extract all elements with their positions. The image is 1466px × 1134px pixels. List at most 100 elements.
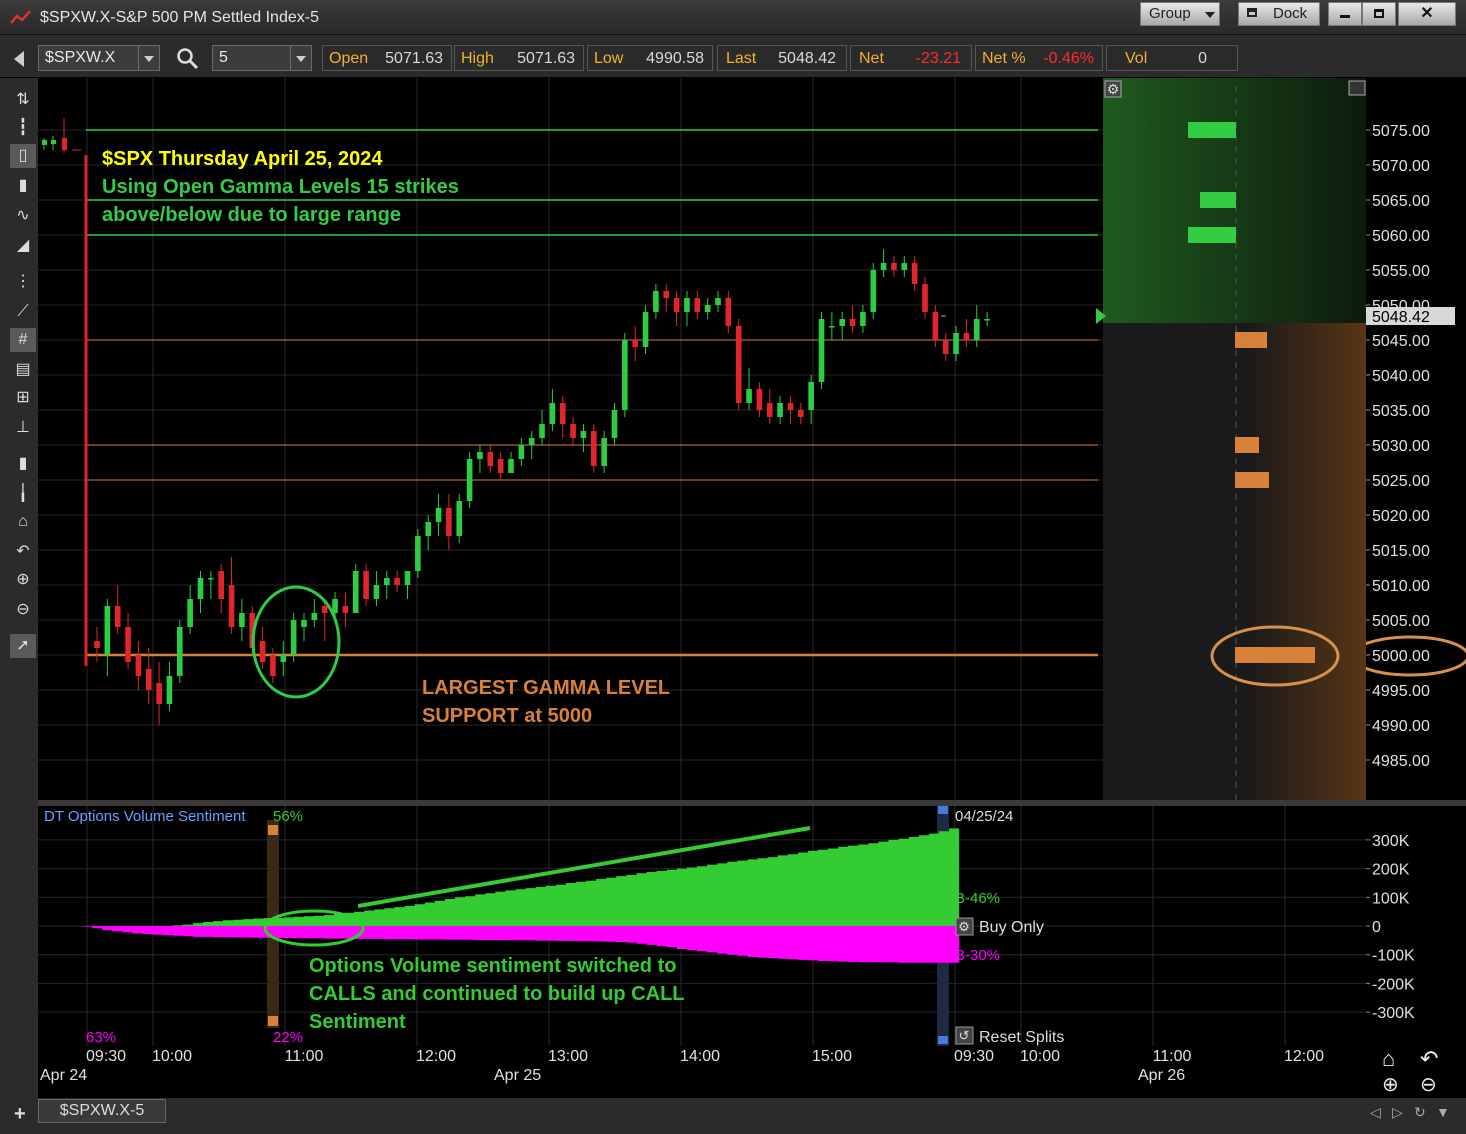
sentiment-tick-label: 300K xyxy=(1372,833,1410,850)
time-tick-label: 11:00 xyxy=(1153,1048,1192,1065)
chart-app-icon xyxy=(10,10,31,24)
price-axis[interactable]: 5075.00 5070.00 5065.00 5060.00 5055.00 5050.… xyxy=(1350,78,1466,800)
price-tick-label: 5030.00 xyxy=(1372,438,1430,455)
annotation-gamma-line2: above/below due to large range xyxy=(102,204,401,226)
low-label: Low xyxy=(594,50,624,67)
tab-scroll-right-icon[interactable]: ▷ xyxy=(1392,1104,1403,1121)
candle-body xyxy=(208,578,214,580)
time-axis[interactable]: 09:30 10:00 11:00 12:00 13:00 14:00 15:00 09:30… xyxy=(38,1046,1366,1098)
candle-body xyxy=(787,403,794,410)
candle-body xyxy=(373,585,380,599)
minimize-button[interactable] xyxy=(1328,2,1362,26)
apr24-candle xyxy=(51,140,56,144)
table-icon[interactable]: ▤ xyxy=(10,358,36,382)
title-bar: $SPXW.X-S&P 500 PM Settled Index-5 Group… xyxy=(0,0,1466,35)
zoom-in-icon[interactable]: ⊕ xyxy=(10,568,36,592)
gamma-call-bar xyxy=(1188,227,1236,243)
interval-input[interactable]: 5 xyxy=(212,45,312,71)
ohlc-icon[interactable]: ▮ xyxy=(10,174,36,198)
candle-body xyxy=(891,263,897,270)
candle-body xyxy=(839,319,845,326)
gamma-call-bar xyxy=(1188,122,1236,138)
symbol-input[interactable]: $SPXW.X xyxy=(38,45,160,71)
net-value: -23.21 xyxy=(915,50,961,67)
volume-icon[interactable]: ⋮ xyxy=(10,270,36,294)
chevron-down-icon[interactable] xyxy=(290,46,311,70)
candle-body xyxy=(798,410,804,417)
indicator-top-pct: 56% xyxy=(273,808,303,825)
candle-body xyxy=(611,410,618,438)
candle-body xyxy=(942,340,949,354)
apr24-candles xyxy=(42,118,81,153)
grid-icon[interactable]: # xyxy=(10,328,36,352)
back-arrow-icon[interactable] xyxy=(14,51,24,67)
candle-body xyxy=(197,578,204,599)
close-button[interactable]: ✕ xyxy=(1398,2,1456,26)
candle-body xyxy=(218,571,224,599)
bar-chart-icon[interactable]: ┇ xyxy=(10,116,36,140)
candle-body xyxy=(684,298,690,312)
candle-body xyxy=(591,431,597,466)
quote-last: Last 5048.42 xyxy=(717,45,847,71)
sentiment-tick-label: 100K xyxy=(1372,890,1410,907)
dock-button[interactable]: Dock xyxy=(1238,2,1320,26)
candle-body xyxy=(808,382,814,410)
chart-undo-icon[interactable]: ↶ xyxy=(1420,1046,1438,1072)
chart-zoom-in-icon[interactable]: ⊕ xyxy=(1382,1072,1399,1097)
candle-body xyxy=(114,606,121,627)
sentiment-pane[interactable]: DT Options Volume Sentiment 56% 63% 22% … xyxy=(38,806,1366,1046)
candle-body xyxy=(570,424,576,438)
area-chart-icon[interactable]: ◢ xyxy=(10,234,36,258)
quote-net-pct: Net % -0.46% xyxy=(975,45,1103,71)
candles xyxy=(94,249,990,725)
bar-up-icon[interactable]: ▮ xyxy=(10,452,36,476)
trendline-icon[interactable]: ⟋ xyxy=(10,300,36,324)
chart-zoom-out-icon[interactable]: ⊖ xyxy=(1420,1072,1437,1097)
tab-scroll-left-icon[interactable]: ◁ xyxy=(1370,1104,1381,1121)
candle-body xyxy=(601,438,607,466)
price-tick-label: 5015.00 xyxy=(1372,543,1430,560)
pointer-icon[interactable]: ➚ xyxy=(10,634,36,658)
candle-body xyxy=(456,501,463,536)
home-icon[interactable]: ⌂ xyxy=(10,510,36,534)
price-chart[interactable]: ⚙ $SPX Thursday April 25, 2024 Using Ope… xyxy=(38,78,1366,800)
annotation-support-line2: SUPPORT at 5000 xyxy=(422,705,592,727)
refresh-icon[interactable]: ↻ xyxy=(1414,1104,1426,1121)
tab-menu-icon[interactable]: ▼ xyxy=(1436,1104,1450,1120)
chevron-down-icon[interactable] xyxy=(138,46,159,70)
pitchfork-icon[interactable]: ⊥ xyxy=(10,416,36,440)
split-marker-bottom xyxy=(268,1016,278,1026)
grid-small-icon[interactable]: ⊞ xyxy=(10,386,36,410)
price-tick-label: 4995.00 xyxy=(1372,683,1430,700)
maximize-button[interactable] xyxy=(1362,2,1396,26)
group-dropdown[interactable]: Group xyxy=(1140,2,1220,26)
search-icon[interactable] xyxy=(176,47,200,71)
sentiment-tick-label: 0 xyxy=(1372,919,1381,936)
bar-down-icon[interactable]: ╽ xyxy=(10,482,36,506)
candle-body xyxy=(756,389,763,410)
gear-icon-glyph: ⚙ xyxy=(1107,81,1120,97)
sell-pct-label: B-30% xyxy=(955,947,1000,964)
candle-body xyxy=(559,403,566,424)
gamma-call-bar xyxy=(1200,192,1236,208)
chart-home-icon[interactable]: ⌂ xyxy=(1382,1046,1395,1072)
price-tick-label: 5075.00 xyxy=(1372,123,1430,140)
add-tab-icon[interactable]: + xyxy=(14,1103,26,1126)
sentiment-tick-label: -200K xyxy=(1372,976,1415,993)
zoom-out-icon[interactable]: ⊖ xyxy=(10,598,36,622)
line-chart-icon[interactable]: ∿ xyxy=(10,204,36,228)
candle-body xyxy=(94,641,100,648)
gamma-put-zone xyxy=(1103,323,1366,800)
time-axis-svg: 09:30 10:00 11:00 12:00 13:00 14:00 15:00 09:30… xyxy=(40,1048,1324,1084)
candlestick-icon[interactable]: ▯ xyxy=(10,144,36,168)
undo-icon[interactable]: ↶ xyxy=(10,540,36,564)
crosshair-tool-icon[interactable]: ⇅ xyxy=(10,88,36,112)
candle-body xyxy=(725,298,732,326)
candle-body xyxy=(922,284,928,312)
candle-body xyxy=(953,333,959,354)
candle-body xyxy=(404,571,411,585)
tab-spxw-5[interactable]: $SPXW.X-5 xyxy=(38,1099,166,1123)
quote-high: High 5071.63 xyxy=(454,45,584,71)
window-title: $SPXW.X-S&P 500 PM Settled Index-5 xyxy=(40,9,319,26)
candle-body xyxy=(125,627,131,662)
